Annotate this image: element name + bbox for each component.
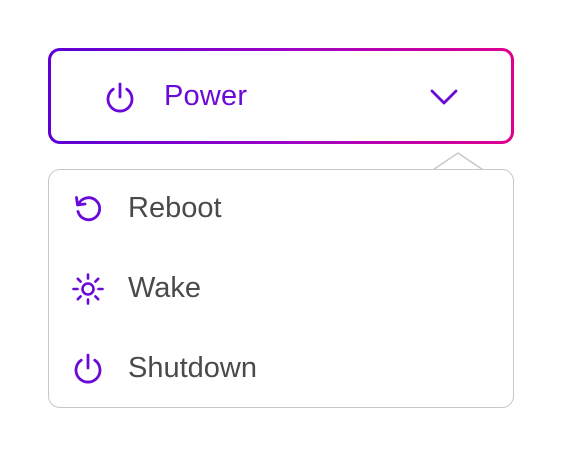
menu-item-shutdown[interactable]: Shutdown bbox=[49, 330, 513, 410]
menu-item-label: Shutdown bbox=[128, 352, 257, 384]
sun-icon bbox=[72, 273, 104, 305]
menu-item-wake[interactable]: Wake bbox=[49, 250, 513, 330]
reboot-icon bbox=[75, 196, 102, 222]
power-menu: Reboot Wake Shutdown bbox=[48, 169, 514, 408]
menu-item-label: Reboot bbox=[128, 192, 222, 224]
menu-item-label: Wake bbox=[128, 272, 202, 304]
dropdown-label: Power bbox=[164, 80, 248, 112]
chevron-down-icon bbox=[430, 89, 458, 105]
power-dropdown-button[interactable]: Power bbox=[48, 48, 514, 144]
stage: Power Reboot Wake Shutdown bbox=[0, 0, 562, 456]
power-icon bbox=[74, 353, 102, 384]
power-icon bbox=[106, 82, 134, 113]
menu-item-reboot[interactable]: Reboot bbox=[49, 170, 513, 250]
